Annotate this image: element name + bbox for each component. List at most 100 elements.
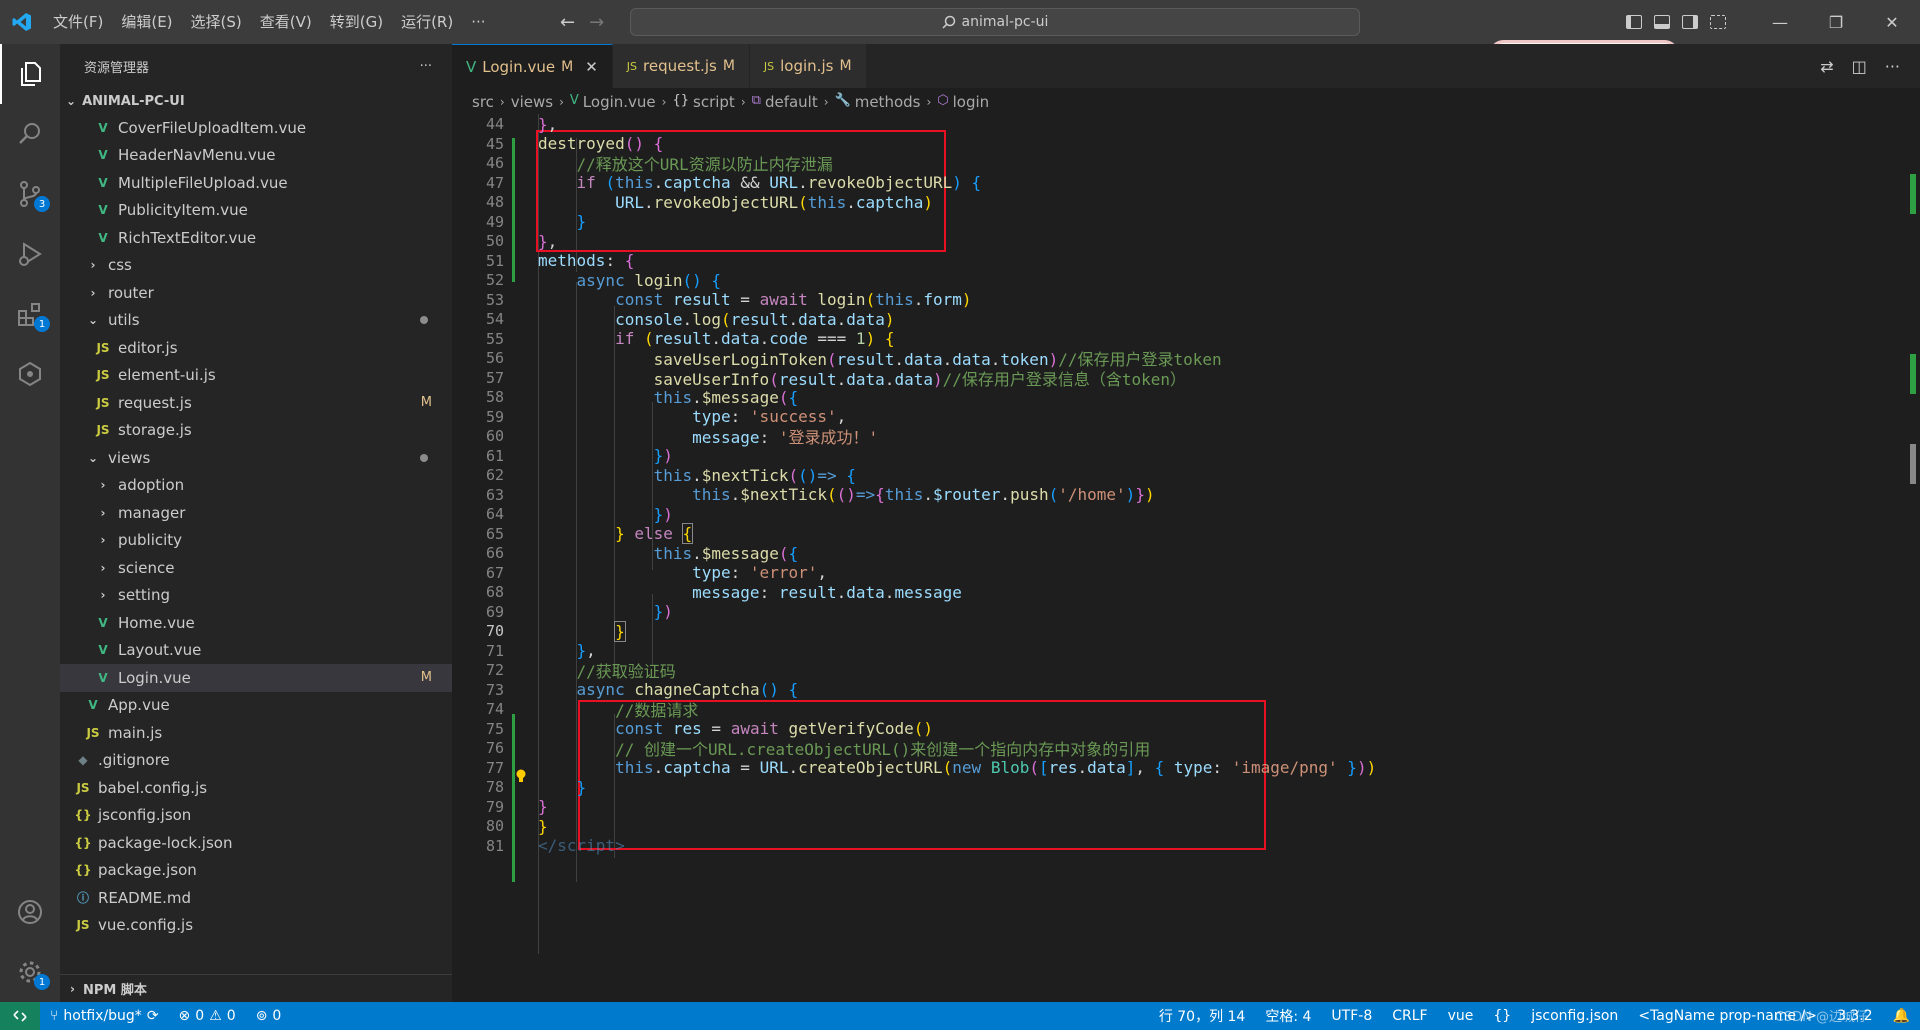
menu-item-1[interactable]: 编辑(E) [112,0,181,44]
chevron-right-icon: › [926,95,932,109]
line-number: 69 [485,602,504,621]
tree-item[interactable]: V PublicityItem.vue [60,197,452,225]
tree-item[interactable]: › adoption [60,472,452,500]
tree-item[interactable]: V RichTextEditor.vue [60,224,452,252]
menu-item-5[interactable]: 运行(R) [392,0,462,44]
command-center-label: animal-pc-ui [961,14,1049,30]
command-center-search[interactable]: animal-pc-ui [630,8,1360,36]
tree-item[interactable]: › science [60,554,452,582]
toggle-secondary-sidebar-icon[interactable] [1676,0,1704,44]
editor-tab[interactable]: JS login.js M [749,44,867,88]
js-file-icon: JS [76,780,90,795]
tree-item[interactable]: V MultipleFileUpload.vue [60,169,452,197]
remote-explorer-icon[interactable] [0,344,60,404]
compare-changes-icon[interactable]: ⇄ [1820,57,1833,76]
tree-item[interactable]: › css [60,252,452,280]
menu-item-0[interactable]: 文件(F) [44,0,112,44]
editor-actions: ⇄ ◫ ··· [1820,44,1900,88]
problems-status[interactable]: ⊗ 0 ⚠ 0 [169,1008,246,1024]
remote-indicator-icon[interactable] [0,1002,40,1030]
tree-item[interactable]: ⌄ utils [60,307,452,335]
eol-status[interactable]: CRLF [1382,1008,1437,1024]
menu-item-2[interactable]: 选择(S) [182,0,251,44]
explorer-more-button[interactable]: ··· [420,59,432,74]
more-actions-icon[interactable]: ··· [1885,57,1900,76]
editor-tabs: V Login.vue M ✕ JS request.js M JS login.js M [452,44,1920,88]
menu-item-3[interactable]: 查看(V) [251,0,321,44]
tree-item[interactable]: JS request.js M [60,389,452,417]
language-mode[interactable]: vue [1438,1008,1484,1024]
tree-item[interactable]: V App.vue [60,692,452,720]
accounts-icon[interactable] [0,882,60,942]
tree-item[interactable]: › router [60,279,452,307]
search-icon[interactable] [0,104,60,164]
npm-scripts-header[interactable]: › NPM 脚本 [60,974,452,1002]
back-arrow-icon[interactable]: ← [560,12,575,33]
tree-item[interactable]: › setting [60,582,452,610]
project-header[interactable]: ⌄ ANIMAL-PC-UI [60,88,452,114]
tree-item-label: package-lock.json [98,833,233,852]
menu-item-6[interactable]: ··· [462,0,494,44]
split-editor-icon[interactable]: ◫ [1852,57,1867,76]
tree-item[interactable]: JS editor.js [60,334,452,362]
breadcrumb-item[interactable]: src [472,93,494,111]
editor-tab[interactable]: V Login.vue M ✕ [452,44,613,88]
customize-layout-icon[interactable] [1704,0,1732,44]
breadcrumb-label: login [952,93,990,111]
tree-item[interactable]: JS vue.config.js [60,912,452,940]
breadcrumb-item[interactable]: ⬡ login [937,93,989,111]
ports-count: 0 [272,1008,282,1024]
close-icon[interactable]: ✕ [585,58,598,76]
tree-item[interactable]: › publicity [60,527,452,555]
branch-status[interactable]: ⑂ hotfix/bug* ⟳ [40,1008,169,1024]
restore-button[interactable]: ❐ [1808,0,1864,44]
indentation-status[interactable]: 空格: 4 [1255,1006,1321,1026]
toggle-sidebar-icon[interactable] [1620,0,1648,44]
notifications-bell-icon[interactable]: 🔔 [1883,1008,1920,1024]
tree-item[interactable]: {} package-lock.json [60,829,452,857]
tree-item[interactable]: ⓘ README.md [60,884,452,912]
tree-item[interactable]: ◆ .gitignore [60,747,452,775]
tree-item[interactable]: JS babel.config.js [60,774,452,802]
code-editor[interactable]: 44}, 45 destroyed() {46 //释放这个URL资源以防止内存泄漏… [452,114,1920,1002]
breadcrumb-item[interactable]: views [511,93,553,111]
breadcrumb-item[interactable]: V Login.vue [570,93,656,111]
tree-item[interactable]: V Layout.vue [60,637,452,665]
window-controls: — ❐ ✕ [1620,0,1920,44]
line-number: 75 [485,719,504,738]
tree-item[interactable]: › manager [60,499,452,527]
minimize-button[interactable]: — [1752,0,1808,44]
toggle-panel-icon[interactable] [1648,0,1676,44]
tree-item-label: adoption [118,476,185,495]
tree-item[interactable]: {} package.json [60,857,452,885]
run-debug-icon[interactable] [0,224,60,284]
vue-icon[interactable]: {} [1483,1008,1521,1024]
tree-item[interactable]: {} jsconfig.json [60,802,452,830]
extensions-icon[interactable]: 1 [0,284,60,344]
cursor-position[interactable]: 行 70，列 14 [1149,1006,1256,1026]
tree-item[interactable]: ⌄ views [60,444,452,472]
chevron-right-icon: › [499,95,505,109]
settings-gear-icon[interactable]: 1 [0,942,60,1002]
close-window-button[interactable]: ✕ [1864,0,1920,44]
tree-item[interactable]: JS main.js [60,719,452,747]
tree-item[interactable]: V Login.vue M [60,664,452,692]
editor-tab[interactable]: JS request.js M [612,44,750,88]
jsconfig-status[interactable]: jsconfig.json [1521,1008,1628,1024]
explorer-icon[interactable] [0,44,60,104]
tree-item[interactable]: JS storage.js [60,417,452,445]
tree-item[interactable]: V Home.vue [60,609,452,637]
git-status-badge: M [420,395,432,411]
source-control-icon[interactable]: 3 [0,164,60,224]
ports-status[interactable]: ⊚ 0 [246,1008,292,1024]
tree-item[interactable]: V CoverFileUploadItem.vue [60,114,452,142]
git-status-badge: M [420,670,432,686]
breadcrumb-item[interactable]: 🔧 methods [835,93,921,111]
breadcrumb-item[interactable]: ⧉ default [752,93,818,111]
tree-item[interactable]: JS element-ui.js [60,362,452,390]
tree-item[interactable]: V HeaderNavMenu.vue [60,142,452,170]
menu-item-4[interactable]: 转到(G) [321,0,392,44]
encoding-status[interactable]: UTF-8 [1321,1008,1382,1024]
forward-arrow-icon[interactable]: → [589,12,604,33]
breadcrumb-item[interactable]: {} script [672,93,734,111]
